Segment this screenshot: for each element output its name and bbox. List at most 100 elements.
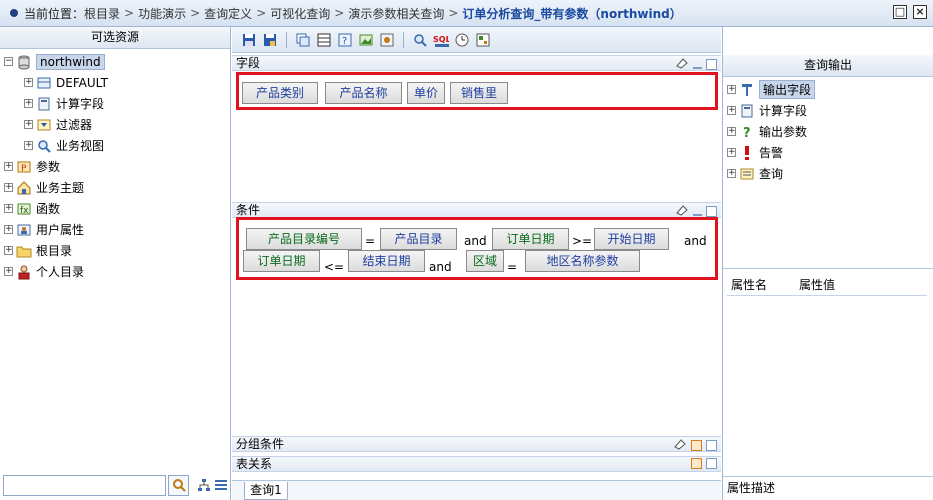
resource-panel: 可选资源 − northwind + DEFAULT + 计算字段 + 过滤器 … bbox=[0, 27, 231, 500]
image-button[interactable] bbox=[357, 31, 375, 49]
user-icon bbox=[16, 264, 32, 280]
condition-field-chip[interactable]: 订单日期 bbox=[243, 250, 320, 272]
breadcrumb-prefix: 当前位置： bbox=[24, 6, 85, 21]
output-item-params[interactable]: + ? 输出参数 bbox=[723, 121, 933, 142]
expand-icon[interactable]: + bbox=[4, 246, 13, 255]
expand-icon[interactable]: + bbox=[24, 78, 33, 87]
clock-button[interactable] bbox=[453, 31, 471, 49]
list-view-button[interactable] bbox=[213, 476, 230, 494]
expand-icon[interactable]: + bbox=[727, 85, 736, 94]
condition-operator: and bbox=[429, 260, 452, 274]
tree-item-user-attrs[interactable]: + 用户属性 bbox=[0, 219, 230, 240]
maximize-icon[interactable] bbox=[706, 458, 717, 469]
condition-value-chip[interactable]: 开始日期 bbox=[594, 228, 669, 250]
minimize-icon[interactable] bbox=[693, 213, 702, 216]
expand-icon[interactable]: + bbox=[727, 148, 736, 157]
output-item-calc-fields[interactable]: + 计算字段 bbox=[723, 100, 933, 121]
query-icon bbox=[739, 166, 755, 182]
maximize-icon[interactable] bbox=[706, 440, 717, 451]
expand-icon[interactable]: + bbox=[4, 225, 13, 234]
expand-icon[interactable]: + bbox=[4, 267, 13, 276]
condition-operator: = bbox=[507, 260, 518, 274]
minimize-icon[interactable] bbox=[693, 66, 702, 69]
output-item-label: 查询 bbox=[759, 167, 784, 181]
help-button[interactable]: ? bbox=[336, 31, 354, 49]
tree-item-root-dir[interactable]: + 根目录 bbox=[0, 240, 230, 261]
calculator-icon bbox=[739, 103, 755, 119]
breadcrumb-item-query-def[interactable]: 查询定义 bbox=[204, 5, 252, 22]
condition-field-chip[interactable]: 订单日期 bbox=[492, 228, 569, 250]
breadcrumb-item-root[interactable]: 根目录 bbox=[84, 5, 120, 22]
tree-item-functions[interactable]: + fx 函数 bbox=[0, 198, 230, 219]
maximize-icon[interactable] bbox=[706, 206, 717, 217]
output-field-icon bbox=[739, 82, 755, 98]
breadcrumb-current: 订单分析查询_带有参数（northwind） bbox=[462, 6, 682, 21]
breadcrumb-separator: > bbox=[256, 6, 267, 20]
copy-button[interactable] bbox=[294, 31, 312, 49]
maximize-icon[interactable] bbox=[706, 59, 717, 70]
condition-value-chip[interactable]: 结束日期 bbox=[348, 250, 425, 272]
expand-icon[interactable]: + bbox=[727, 106, 736, 115]
tree-item-personal-dir[interactable]: + 个人目录 bbox=[0, 261, 230, 282]
field-chip[interactable]: 产品类别 bbox=[242, 82, 318, 104]
search-button[interactable] bbox=[168, 474, 190, 496]
tree-item-label: 根目录 bbox=[36, 244, 73, 258]
table-button[interactable] bbox=[315, 31, 333, 49]
sql-button[interactable]: SQL bbox=[432, 31, 450, 49]
zoom-button[interactable] bbox=[411, 31, 429, 49]
expand-icon[interactable]: + bbox=[24, 99, 33, 108]
expand-icon[interactable]: + bbox=[4, 162, 13, 171]
tree-item-filter[interactable]: + 过滤器 bbox=[0, 114, 230, 135]
expand-icon[interactable]: + bbox=[727, 127, 736, 136]
condition-value-chip[interactable]: 产品目录 bbox=[380, 228, 457, 250]
field-chip[interactable]: 产品名称 bbox=[325, 82, 402, 104]
eraser-icon[interactable] bbox=[675, 57, 689, 72]
tree-item-business-topic[interactable]: + 业务主题 bbox=[0, 177, 230, 198]
save-as-button[interactable] bbox=[261, 31, 279, 49]
tree-item-default[interactable]: + DEFAULT bbox=[0, 72, 230, 93]
fields-section-header: 字段 bbox=[232, 55, 721, 71]
expand-icon[interactable]: + bbox=[4, 204, 13, 213]
location-dot-icon bbox=[10, 9, 18, 17]
condition-value-chip[interactable]: 地区名称参数 bbox=[525, 250, 640, 272]
tree-item-label: 函数 bbox=[36, 202, 61, 216]
save-icon bbox=[243, 33, 255, 46]
expand-icon[interactable]: + bbox=[4, 183, 13, 192]
tree-view-button[interactable] bbox=[195, 476, 212, 494]
field-chip[interactable]: 单价 bbox=[407, 82, 445, 104]
close-icon[interactable]: × bbox=[913, 5, 927, 19]
tree-item-northwind[interactable]: − northwind bbox=[0, 51, 230, 72]
collapse-icon[interactable]: − bbox=[4, 57, 13, 66]
function-icon: fx bbox=[16, 201, 32, 217]
resource-search-input[interactable] bbox=[3, 474, 166, 496]
copy-icon bbox=[296, 33, 310, 46]
tab-query-1[interactable]: 查询1 bbox=[244, 482, 288, 500]
tree-item-calc-field[interactable]: + 计算字段 bbox=[0, 93, 230, 114]
save-button[interactable] bbox=[240, 31, 258, 49]
svg-text:SQL: SQL bbox=[433, 35, 449, 44]
field-chip[interactable]: 销售里 bbox=[450, 82, 508, 104]
tree-item-business-view[interactable]: + 业务视图 bbox=[0, 135, 230, 156]
breadcrumb-item-demo[interactable]: 功能演示 bbox=[138, 5, 186, 22]
breadcrumb-item-visual-query[interactable]: 可视化查询 bbox=[270, 5, 330, 22]
output-item-label: 计算字段 bbox=[759, 104, 808, 118]
output-item-fields[interactable]: + 输出字段 bbox=[723, 79, 933, 100]
output-item-query[interactable]: + 查询 bbox=[723, 163, 933, 184]
settings-button[interactable] bbox=[378, 31, 396, 49]
grid-button[interactable] bbox=[474, 31, 492, 49]
svg-text:?: ? bbox=[342, 36, 347, 47]
condition-field-chip[interactable]: 区域 bbox=[466, 250, 504, 272]
expand-icon[interactable]: + bbox=[24, 141, 33, 150]
relation-section-title: 表关系 bbox=[236, 457, 273, 471]
output-item-alerts[interactable]: + 告警 bbox=[723, 142, 933, 163]
expand-icon[interactable]: + bbox=[727, 169, 736, 178]
eraser-icon[interactable] bbox=[673, 438, 687, 453]
restore-icon[interactable] bbox=[691, 440, 702, 451]
maximize-icon[interactable]: □ bbox=[893, 5, 907, 19]
restore-icon[interactable] bbox=[691, 458, 702, 469]
expand-icon[interactable]: + bbox=[24, 120, 33, 129]
tree-item-params[interactable]: + P 参数 bbox=[0, 156, 230, 177]
breadcrumb-item-param-query[interactable]: 演示参数相关查询 bbox=[348, 5, 444, 22]
magnifier-icon bbox=[36, 138, 52, 154]
condition-field-chip[interactable]: 产品目录编号 bbox=[246, 228, 362, 250]
